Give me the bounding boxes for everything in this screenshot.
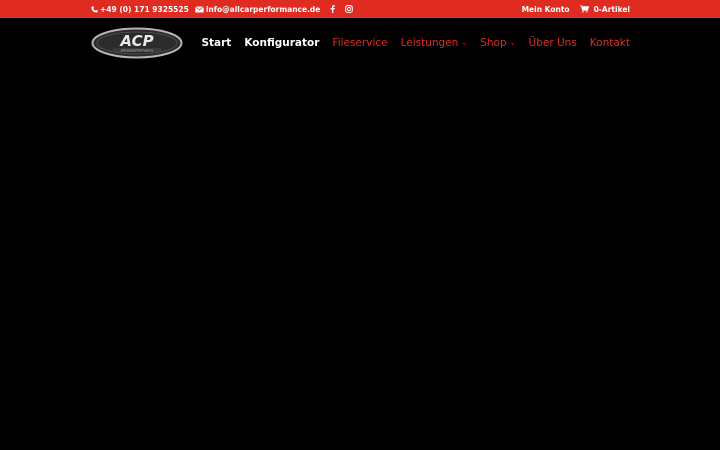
phone-link[interactable]: +49 (0) 171 9325525 <box>91 5 189 14</box>
nav-kontakt[interactable]: Kontakt <box>590 37 630 49</box>
nav-ueber-uns-label: Über Uns <box>528 37 577 49</box>
main-navigation: Start Konfigurator Fileservice Leistunge… <box>201 18 630 68</box>
chevron-down-icon: ⌄ <box>509 39 516 47</box>
nav-ueber-uns[interactable]: Über Uns <box>529 37 577 49</box>
site-header: ACP allcarperformance Start Konfigurator… <box>0 18 720 68</box>
cart-icon <box>579 5 589 13</box>
nav-konfigurator[interactable]: Konfigurator <box>244 37 319 49</box>
cart-link[interactable]: 0-Artikel <box>579 4 630 14</box>
nav-kontakt-label: Kontakt <box>589 37 630 49</box>
logo-text: ACP <box>119 32 153 50</box>
nav-konfigurator-label: Konfigurator <box>244 37 320 49</box>
envelope-icon <box>194 5 204 13</box>
phone-number: +49 (0) 171 9325525 <box>100 4 189 14</box>
account-link[interactable]: Mein Konto <box>522 5 570 14</box>
account-area: Mein Konto 0-Artikel <box>522 0 630 18</box>
contact-info: +49 (0) 171 9325525 info@allcarperforman… <box>91 0 354 18</box>
phone-icon <box>91 5 98 13</box>
nav-fileservice-label: Fileservice <box>332 37 388 49</box>
nav-leistungen-label: Leistungen <box>400 37 459 49</box>
cart-label: 0-Artikel <box>593 4 630 14</box>
nav-shop-label: Shop <box>480 37 507 49</box>
nav-shop[interactable]: Shop ⌄ <box>480 37 515 49</box>
site-logo[interactable]: ACP allcarperformance <box>91 26 183 60</box>
nav-start[interactable]: Start <box>201 37 231 49</box>
facebook-icon[interactable] <box>330 5 336 13</box>
email-address: info@allcarperformance.de <box>205 4 321 14</box>
nav-fileservice[interactable]: Fileservice <box>332 37 387 49</box>
instagram-icon[interactable] <box>345 5 354 13</box>
chevron-down-icon: ⌄ <box>461 39 468 47</box>
email-link[interactable]: info@allcarperformance.de <box>194 4 321 14</box>
nav-leistungen[interactable]: Leistungen ⌄ <box>401 37 468 49</box>
main-content <box>0 68 720 450</box>
top-bar: +49 (0) 171 9325525 info@allcarperforman… <box>0 0 720 18</box>
logo-subtext: allcarperformance <box>121 48 155 52</box>
nav-start-label: Start <box>201 37 232 49</box>
